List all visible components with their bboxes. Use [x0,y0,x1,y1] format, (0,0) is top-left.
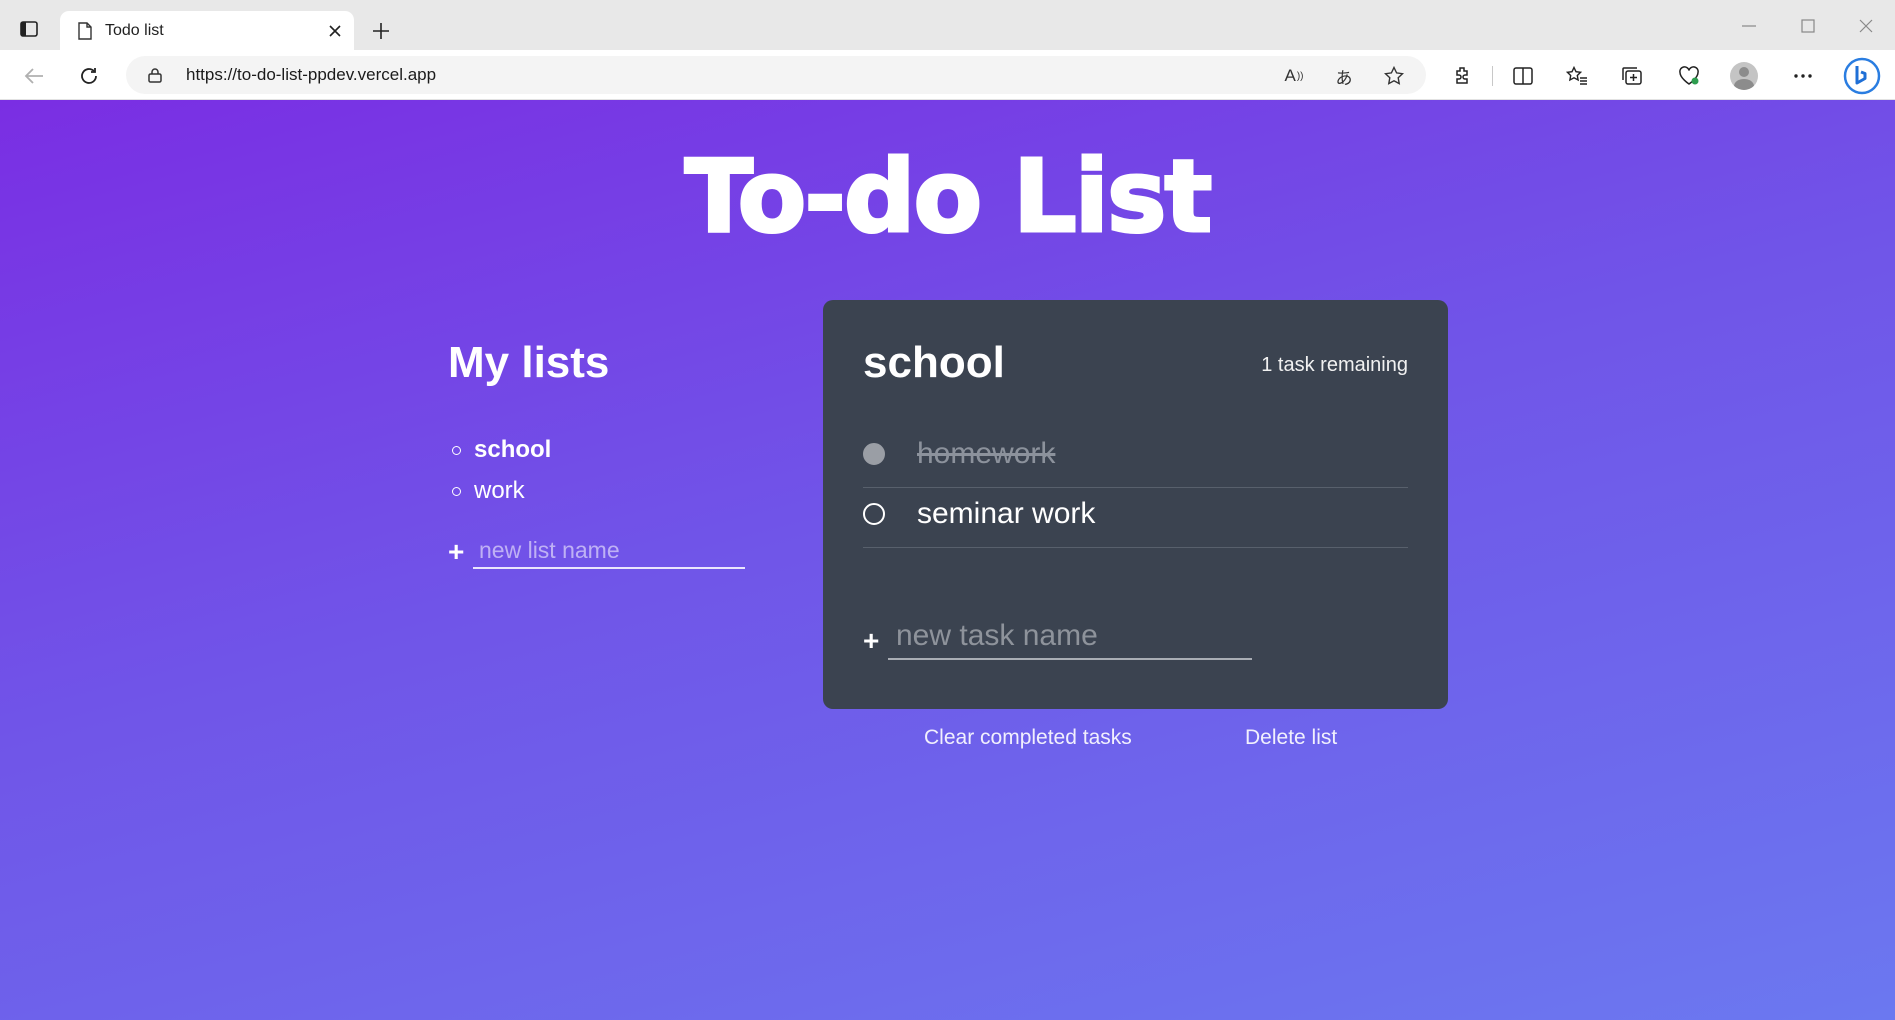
bullet-icon [452,446,461,455]
new-list-input[interactable] [473,533,745,569]
browser-tab[interactable]: Todo list [60,11,354,51]
browser-essentials-icon[interactable] [1675,62,1703,90]
tasks-remaining-count: 1 task remaining [1261,354,1408,376]
favorite-star-icon[interactable] [1381,63,1407,89]
my-lists-heading: My lists [448,338,610,387]
browser-toolbar: https://to-do-list-ppdev.vercel.app A)) … [0,50,1895,100]
close-window-icon[interactable] [1853,13,1879,39]
list-navigation: school work [448,430,551,512]
translate-icon[interactable]: あ [1331,63,1357,89]
list-item-label: school [474,436,552,463]
task-item: homework [863,428,1408,488]
collections-icon[interactable] [1618,62,1646,90]
back-arrow-icon[interactable] [20,62,48,90]
todo-card: school 1 task remaining homework seminar… [823,300,1448,709]
extensions-icon[interactable] [1448,62,1476,90]
clear-completed-button[interactable]: Clear completed tasks [924,726,1132,750]
list-actions: Clear completed tasks Delete list [823,726,1448,756]
tab-title: Todo list [105,22,164,39]
more-options-icon[interactable] [1789,62,1817,90]
refresh-icon[interactable] [75,62,103,90]
page-title: To-do List [683,137,1214,257]
page-icon [75,20,95,42]
add-task-plus-icon[interactable]: + [863,625,879,657]
bing-copilot-icon[interactable] [1842,56,1882,96]
lock-icon[interactable] [146,66,164,84]
list-title: school [863,338,1005,387]
browser-tab-bar: Todo list [0,0,1895,51]
new-task-input[interactable] [888,614,1252,660]
task-item: seminar work [863,488,1408,548]
toolbar-separator [1492,66,1493,86]
task-checkbox-checked[interactable] [863,443,885,465]
task-checkbox[interactable] [863,503,885,525]
minimize-icon[interactable] [1736,13,1762,39]
close-tab-icon[interactable] [324,20,346,42]
delete-list-button[interactable]: Delete list [1245,726,1337,750]
maximize-icon[interactable] [1795,13,1821,39]
list-item-work[interactable]: work [448,471,551,512]
read-aloud-icon[interactable]: A)) [1281,63,1307,89]
task-label[interactable]: seminar work [917,497,1095,531]
address-bar[interactable]: https://to-do-list-ppdev.vercel.app A)) … [126,56,1426,94]
profile-avatar[interactable] [1730,62,1758,90]
url-text[interactable]: https://to-do-list-ppdev.vercel.app [186,65,436,85]
split-screen-icon[interactable] [1509,62,1537,90]
favorites-icon[interactable] [1563,62,1591,90]
task-label[interactable]: homework [917,437,1055,471]
add-list-plus-icon[interactable]: + [448,536,464,568]
bullet-icon [452,487,461,496]
page-content: To-do List My lists school work + school… [0,100,1895,1020]
list-item-school[interactable]: school [448,430,551,471]
new-tab-icon[interactable] [368,18,394,44]
list-item-label: work [474,477,525,504]
tab-actions-icon[interactable] [18,18,40,40]
